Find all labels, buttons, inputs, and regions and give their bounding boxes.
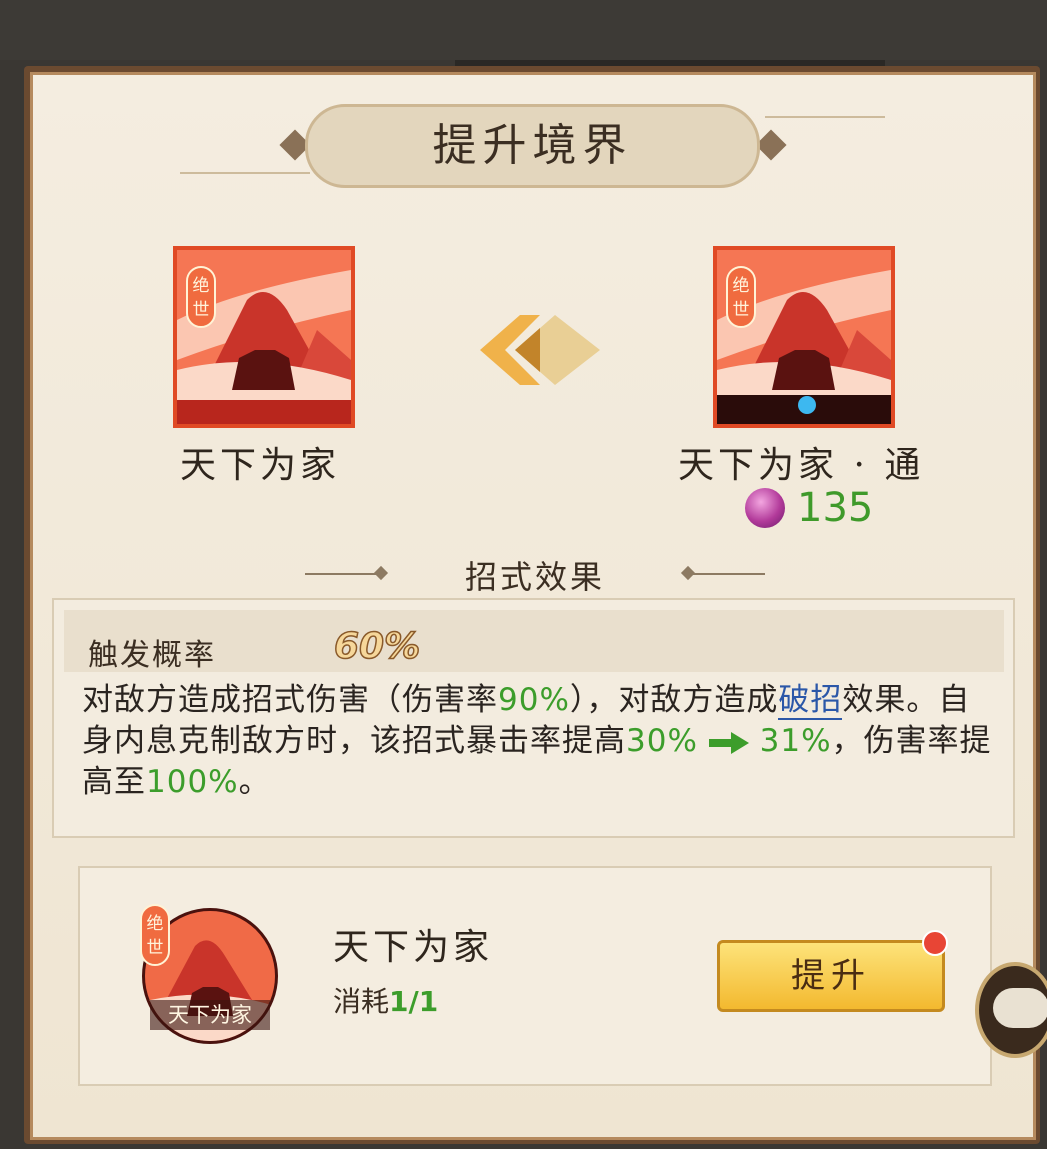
title-plaque: 提升境界 xyxy=(305,104,760,188)
skill-name-upgraded: 天下为家 · 通 xyxy=(678,445,925,486)
cost-label: 消耗 xyxy=(333,985,390,1018)
title-ornament-left xyxy=(180,172,310,174)
rarity-badge: 绝世 xyxy=(140,904,170,966)
trigger-label: 触发概率 xyxy=(88,638,216,673)
rarity-badge: 绝世 xyxy=(726,266,756,328)
desc-text: ），对敌方造成 xyxy=(569,682,779,718)
cost-value: 135 xyxy=(797,485,874,531)
crit-rate-from: 30% xyxy=(626,723,698,759)
desc-text: 对敌方造成招式伤害（伤害率 xyxy=(82,682,498,718)
crit-rate-to: 31% xyxy=(759,723,832,759)
section-divider-right xyxy=(693,573,765,575)
title-ornament-right xyxy=(765,116,885,118)
rarity-badge-text: 绝世 xyxy=(192,276,210,320)
upgrade-button[interactable]: 提升 xyxy=(717,940,945,1012)
upgrade-cost: 135 xyxy=(745,485,873,531)
section-divider-left xyxy=(305,573,377,575)
damage-rate-to: 100% xyxy=(146,764,239,800)
chat-button[interactable] xyxy=(975,962,1047,1058)
cost-count: 1/1 xyxy=(389,985,439,1018)
rarity-badge: 绝世 xyxy=(186,266,216,328)
page-title: 提升境界 xyxy=(432,120,633,171)
keyword-link[interactable]: 破招 xyxy=(778,682,843,720)
material-ring-label: 天下为家 xyxy=(150,1000,270,1030)
notification-dot-icon xyxy=(922,930,948,956)
material-cost: 消耗1/1 xyxy=(333,980,438,1020)
trigger-row: 触发概率 60% xyxy=(64,610,1004,673)
material-name: 天下为家 xyxy=(333,927,494,968)
chat-icon xyxy=(993,988,1047,1028)
trigger-value: 60% xyxy=(333,625,421,668)
spirit-orb-icon xyxy=(745,488,785,528)
desc-text: 。 xyxy=(238,764,271,800)
skill-name-current: 天下为家 xyxy=(180,445,341,486)
top-bar xyxy=(0,0,1047,66)
damage-rate-value: 90% xyxy=(498,682,570,718)
chevron-arrow-icon xyxy=(480,315,600,385)
right-arrow-icon xyxy=(708,731,749,754)
effect-description: 对敌方造成招式伤害（伤害率90%），对敌方造成破招效果。自身内息克制敌方时，该招… xyxy=(82,680,992,803)
rarity-badge-text: 绝世 xyxy=(146,914,164,958)
rarity-badge-text: 绝世 xyxy=(732,276,750,320)
section-title: 招式效果 xyxy=(465,558,606,596)
